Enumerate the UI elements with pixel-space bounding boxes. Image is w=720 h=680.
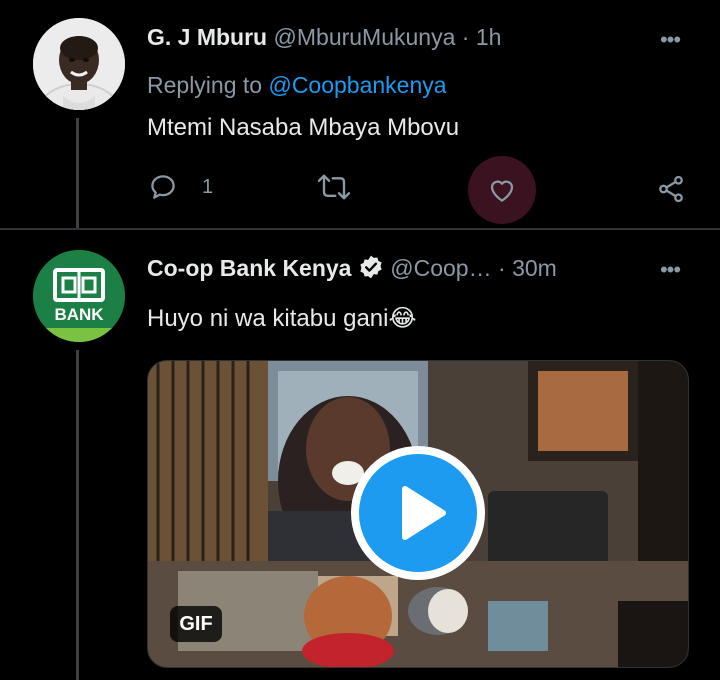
tweet-reply[interactable]: G. J Mburu @MburuMukunya · 1h ••• Replyi… [0,0,720,228]
author-handle[interactable]: @MburuMukunya [274,24,456,50]
timestamp[interactable]: 1h [476,24,502,50]
tweet-header: G. J Mburu @MburuMukunya · 1h [147,24,501,51]
avatar-bank-text: BANK [54,305,104,324]
tweet-text-line: Huyo ni wa kitabu gani😂 [147,304,417,333]
avatar[interactable]: BANK [33,250,125,342]
replying-prefix: Replying to [147,72,263,98]
replying-to-link[interactable]: @Coopbankenya [268,72,446,98]
dot-separator: · [461,24,470,50]
share-button[interactable] [654,172,688,206]
author-handle[interactable]: @Coop… [390,255,491,281]
retweet-icon [317,174,351,200]
dot-separator: · [498,255,506,281]
more-dots-icon[interactable]: ••• [654,29,686,51]
heart-icon [485,173,519,207]
author-name[interactable]: Co-op Bank Kenya [147,255,351,281]
gif-badge: GIF [170,606,222,642]
tweet-header: Co-op Bank Kenya @Coop… · 30m [147,254,557,286]
tears-of-joy-emoji: 😂 [388,305,417,332]
more-dots-icon[interactable]: ••• [654,259,686,281]
tweet-text: Mtemi Nasaba Mbaya Mbovu [147,114,460,141]
verified-badge-icon [358,254,384,286]
reply-count: 1 [202,176,214,198]
replying-to-line: Replying to @Coopbankenya [147,72,447,99]
coop-bank-logo: BANK [33,250,125,342]
thread-line [76,350,79,680]
avatar[interactable] [33,18,125,110]
retweet-button[interactable] [314,170,354,204]
profile-photo [33,18,125,110]
play-button[interactable] [351,446,485,580]
author-name[interactable]: G. J Mburu [147,24,267,50]
timestamp[interactable]: 30m [512,255,557,281]
share-icon [659,175,683,203]
tweet-text: Huyo ni wa kitabu gani [147,305,389,332]
play-icon [402,486,446,540]
reply-button[interactable] [146,170,180,204]
reply-icon [151,175,175,199]
thread-line [76,118,79,228]
